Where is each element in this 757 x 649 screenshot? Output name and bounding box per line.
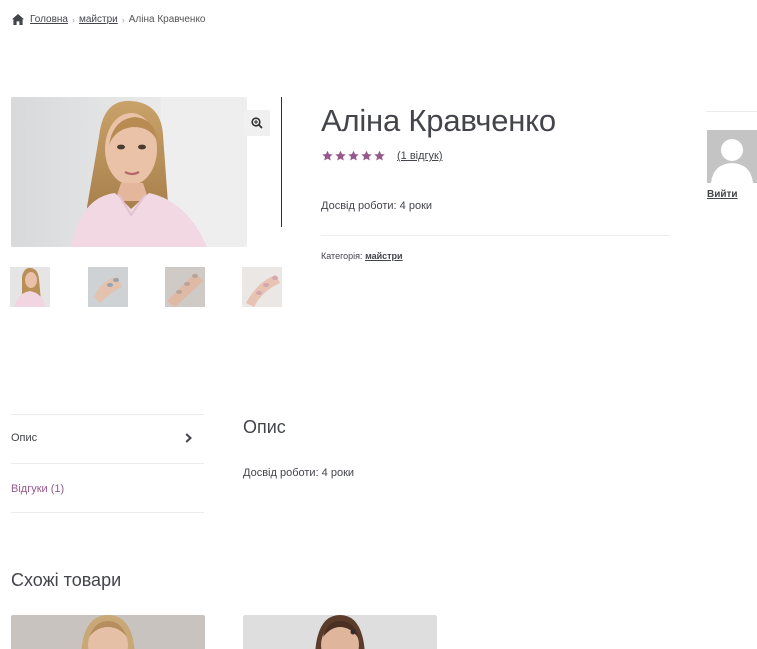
gallery-thumb-portrait[interactable] bbox=[10, 267, 50, 307]
reviews-count-link[interactable]: (1 відгук) bbox=[397, 150, 443, 162]
related-products-heading: Схожі товари bbox=[11, 570, 122, 590]
breadcrumb-separator: › bbox=[121, 14, 125, 25]
gallery-thumb-nails-1[interactable] bbox=[88, 267, 128, 307]
tab-description-label: Опис bbox=[11, 432, 38, 444]
product-short-description: Досвід роботи: 4 роки bbox=[321, 200, 433, 212]
tabs-divider bbox=[11, 463, 204, 464]
home-icon[interactable] bbox=[12, 14, 24, 25]
breadcrumb-category-link[interactable]: майстри bbox=[79, 14, 118, 25]
star-icon bbox=[322, 150, 333, 161]
breadcrumb-current: Аліна Кравченко bbox=[128, 14, 206, 25]
product-main-image[interactable] bbox=[11, 97, 247, 247]
star-icon bbox=[361, 150, 372, 161]
sidebar-divider bbox=[706, 111, 757, 112]
magnifier-zoom-icon bbox=[251, 117, 263, 129]
rating-stars bbox=[321, 150, 386, 162]
breadcrumb: Головна › майстри › Аліна Кравченко bbox=[12, 14, 206, 25]
tabs-divider bbox=[11, 512, 204, 513]
tab-description[interactable]: Опис bbox=[11, 432, 204, 444]
gallery-thumb-nails-3[interactable] bbox=[242, 267, 282, 307]
zoom-button[interactable] bbox=[244, 110, 270, 136]
gallery-divider bbox=[281, 97, 282, 227]
star-icon bbox=[374, 150, 385, 161]
breadcrumb-separator: › bbox=[72, 14, 75, 25]
category-link[interactable]: майстри bbox=[365, 251, 403, 261]
description-text: Досвід роботи: 4 роки bbox=[243, 467, 355, 479]
summary-divider bbox=[321, 235, 670, 236]
product-rating: (1 відгук) bbox=[321, 150, 443, 162]
description-heading: Опис bbox=[243, 417, 286, 437]
logout-link[interactable]: Вийти bbox=[707, 189, 738, 200]
product-title: Аліна Кравченко bbox=[321, 103, 556, 138]
chevron-right-icon bbox=[185, 433, 192, 443]
breadcrumb-home-link[interactable]: Головна bbox=[30, 14, 68, 25]
star-icon bbox=[348, 150, 359, 161]
category-label: Категорія: bbox=[321, 251, 363, 261]
related-product-image[interactable] bbox=[11, 615, 205, 649]
tab-reviews-label: Відгуки (1) bbox=[11, 483, 65, 495]
product-category: Категорія: майстри bbox=[321, 251, 403, 261]
user-avatar-icon bbox=[707, 130, 757, 183]
related-product-image[interactable] bbox=[243, 615, 437, 649]
tabs-divider bbox=[11, 414, 204, 415]
tab-reviews[interactable]: Відгуки (1) bbox=[11, 483, 204, 495]
gallery-thumb-nails-2[interactable] bbox=[165, 267, 205, 307]
star-icon bbox=[335, 150, 346, 161]
